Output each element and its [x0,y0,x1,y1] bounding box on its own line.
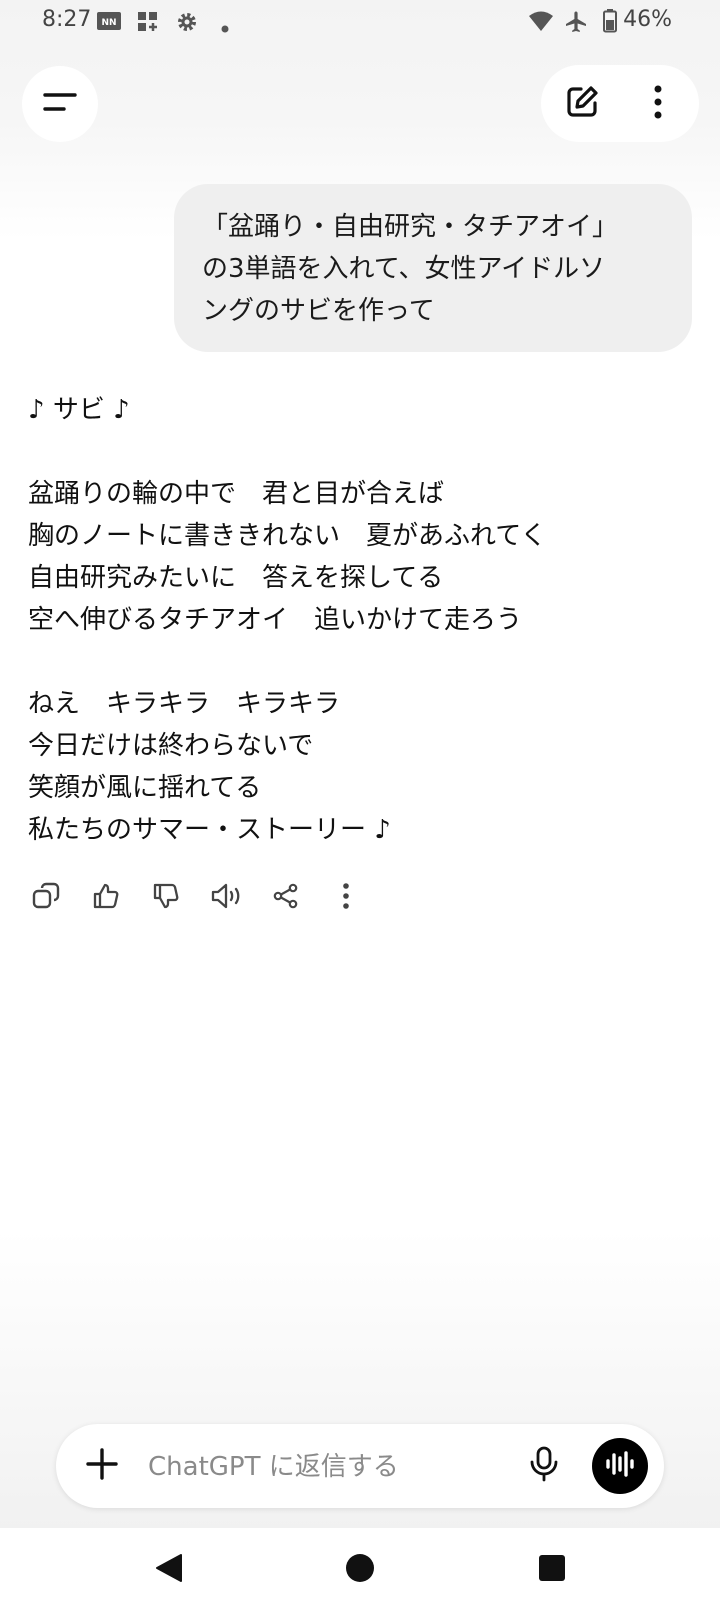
message-input[interactable] [146,1444,550,1490]
user-message-bubble: 「盆踊り・自由研究・タチアオイ」 の3単語を入れて、女性アイドルソ ングのサビを… [174,184,692,352]
home-button[interactable] [332,1542,388,1598]
more-vertical-icon [342,883,350,913]
microphone-icon [529,1446,559,1486]
message-more-button[interactable] [328,880,364,916]
copy-icon [32,882,60,914]
status-time: 8:27 [42,7,92,32]
more-vertical-icon [653,85,663,123]
menu-icon [43,90,77,118]
home-icon [344,1552,376,1588]
lyrics-line: 私たちのサマー・ストーリー ♪ [28,815,391,845]
menu-button[interactable] [22,66,98,142]
voice-waveform-icon [604,1450,636,1482]
battery-percent: 46% [623,7,672,32]
more-options-button[interactable] [637,83,679,125]
thumbs-down-button[interactable] [148,880,184,916]
svg-text:NN: NN [101,18,116,28]
news-app-icon: NN [97,12,121,34]
read-aloud-button[interactable] [208,880,244,916]
thumbs-up-icon [92,882,120,914]
system-navigation-bar [0,1528,720,1612]
message-composer [56,1424,664,1508]
dictate-button[interactable] [524,1446,564,1486]
header-actions [541,65,699,142]
user-message-line: ングのサビを作って [202,296,435,326]
plus-icon [85,1447,119,1485]
attach-button[interactable] [82,1446,122,1486]
lyrics-line: ねえ キラキラ キラキラ [28,689,341,719]
lyrics-line: 胸のノートに書ききれない 夏があふれてく [28,521,547,551]
user-message-line: 「盆踊り・自由研究・タチアオイ」 [202,212,619,242]
new-chat-button[interactable] [561,83,603,125]
edit-icon [564,84,600,124]
message-actions [28,880,368,920]
share-button[interactable] [268,880,304,916]
lyrics-line: 今日だけは終わらないで [28,731,314,761]
lyrics-title: ♪ サビ ♪ [28,395,130,425]
back-button[interactable] [140,1542,196,1598]
read-aloud-icon [210,882,242,914]
lyrics-line: 空へ伸びるタチアオイ 追いかけて走ろう [28,605,523,635]
voice-mode-button[interactable] [592,1438,648,1494]
airplane-mode-icon [564,10,588,38]
recents-button[interactable] [524,1542,580,1598]
assistant-message: ♪ サビ ♪ 盆踊りの輪の中で 君と目が合えば 胸のノートに書ききれない 夏があ… [28,389,708,851]
copy-button[interactable] [28,880,64,916]
user-message-line: の3単語を入れて、女性アイドルソ [202,254,606,284]
lyrics-line: 笑顔が風に揺れてる [28,773,262,803]
back-icon [152,1552,184,1588]
recents-icon [538,1554,566,1586]
share-icon [272,882,300,914]
status-bar: 8:27 NN 46% [0,0,720,44]
wifi-icon [528,10,554,36]
dot-icon [221,18,229,37]
lyrics-line: 盆踊りの輪の中で 君と目が合えば [28,479,445,509]
lyrics-line: 自由研究みたいに 答えを探してる [28,563,444,593]
widgets-icon [137,11,159,37]
thumbs-down-icon [152,882,180,914]
battery-icon [603,9,617,37]
settings-icon [175,10,199,38]
thumbs-up-button[interactable] [88,880,124,916]
